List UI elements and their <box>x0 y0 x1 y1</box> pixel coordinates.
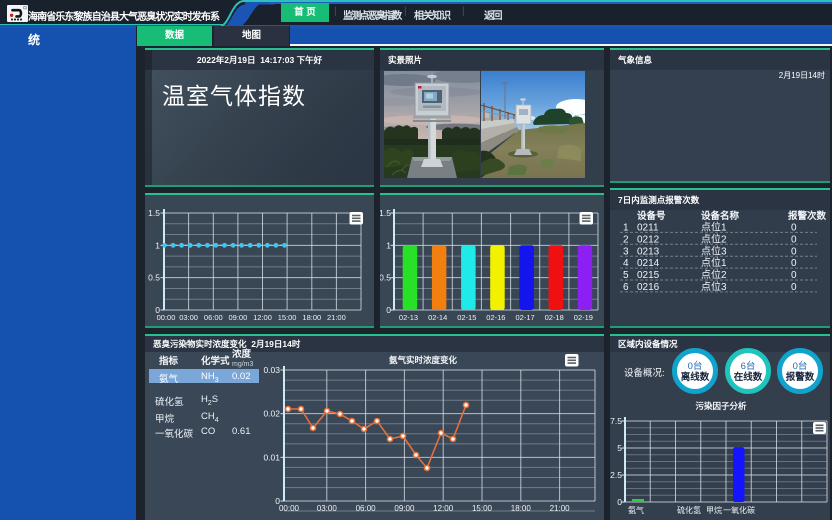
svg-text:06:00: 06:00 <box>204 313 223 322</box>
svg-text:0213: 0213 <box>637 246 660 257</box>
svg-text:6台: 6台 <box>741 360 756 372</box>
svg-text:5: 5 <box>623 270 629 281</box>
svg-text:在线数: 在线数 <box>734 371 763 383</box>
svg-text:点位1: 点位1 <box>701 221 727 234</box>
svg-text:18:00: 18:00 <box>511 504 532 513</box>
svg-text:4: 4 <box>623 258 629 269</box>
svg-text:点位2: 点位2 <box>701 268 727 281</box>
svg-text:3: 3 <box>623 246 629 257</box>
svg-text:0: 0 <box>791 246 797 257</box>
svg-text:02-19: 02-19 <box>574 313 593 322</box>
svg-text:1.5: 1.5 <box>148 208 160 218</box>
svg-text:硫化氢: 硫化氢 <box>677 505 701 515</box>
svg-text:00:00: 00:00 <box>157 313 176 322</box>
svg-text:18:00: 18:00 <box>302 313 321 322</box>
svg-text:02-14: 02-14 <box>428 313 447 322</box>
svg-text:0台: 0台 <box>688 360 703 372</box>
svg-text:0212: 0212 <box>637 234 660 245</box>
svg-text:0.5: 0.5 <box>148 273 160 283</box>
svg-text:15:00: 15:00 <box>472 504 493 513</box>
svg-text:氨气实时浓度变化: 氨气实时浓度变化 <box>389 355 458 365</box>
svg-text:1: 1 <box>623 223 629 234</box>
svg-text:0214: 0214 <box>637 258 660 269</box>
svg-text:0: 0 <box>386 305 391 315</box>
svg-text:02-13: 02-13 <box>399 313 418 322</box>
svg-text:21:00: 21:00 <box>327 313 346 322</box>
svg-text:0: 0 <box>791 270 797 281</box>
svg-text:0211: 0211 <box>637 223 659 234</box>
svg-text:点位3: 点位3 <box>701 280 727 293</box>
svg-text:09:00: 09:00 <box>394 504 415 513</box>
svg-text:点位1: 点位1 <box>701 256 727 269</box>
svg-text:06:00: 06:00 <box>356 504 377 513</box>
svg-text:1: 1 <box>155 240 160 250</box>
svg-text:02-18: 02-18 <box>545 313 564 322</box>
svg-text:氨气: 氨气 <box>628 505 644 515</box>
svg-text:一氧化碳: 一氧化碳 <box>723 505 755 515</box>
svg-text:03:00: 03:00 <box>179 313 198 322</box>
svg-text:0台: 0台 <box>793 360 808 372</box>
svg-text:02-17: 02-17 <box>516 313 535 322</box>
svg-text:1.5: 1.5 <box>380 208 391 218</box>
svg-text:0.02: 0.02 <box>263 409 280 419</box>
svg-text:0: 0 <box>791 258 797 269</box>
svg-text:03:00: 03:00 <box>317 504 338 513</box>
svg-text:报警数: 报警数 <box>786 371 815 383</box>
svg-text:12:00: 12:00 <box>433 504 454 513</box>
svg-text:甲烷: 甲烷 <box>706 505 722 515</box>
svg-text:2.5: 2.5 <box>610 470 622 480</box>
svg-text:点位2: 点位2 <box>701 232 727 245</box>
svg-text:设备号: 设备号 <box>637 210 666 222</box>
svg-text:0: 0 <box>791 282 797 293</box>
svg-text:0.5: 0.5 <box>380 273 391 283</box>
svg-text:09:00: 09:00 <box>229 313 248 322</box>
svg-text:0215: 0215 <box>637 270 660 281</box>
svg-text:21:00: 21:00 <box>550 504 571 513</box>
svg-text:6: 6 <box>623 282 629 293</box>
svg-text:0: 0 <box>617 497 622 507</box>
svg-text:12:00: 12:00 <box>253 313 272 322</box>
svg-text:0.01: 0.01 <box>263 452 280 462</box>
svg-text:离线数: 离线数 <box>681 371 710 383</box>
svg-text:点位3: 点位3 <box>701 244 727 257</box>
svg-text:0: 0 <box>791 223 797 234</box>
svg-text:02-16: 02-16 <box>486 313 505 322</box>
svg-text:设备概况:: 设备概况: <box>624 367 665 379</box>
svg-text:0216: 0216 <box>637 282 660 293</box>
svg-text:15:00: 15:00 <box>278 313 297 322</box>
svg-text:5: 5 <box>617 443 622 453</box>
svg-text:2: 2 <box>623 234 629 245</box>
svg-text:0: 0 <box>791 234 797 245</box>
svg-text:设备名称: 设备名称 <box>701 210 740 222</box>
svg-text:1: 1 <box>386 240 391 250</box>
svg-text:02-15: 02-15 <box>457 313 476 322</box>
svg-text:7.5: 7.5 <box>610 416 622 426</box>
svg-text:0.03: 0.03 <box>263 365 280 375</box>
svg-text:报警次数: 报警次数 <box>788 210 827 222</box>
svg-text:污染因子分析: 污染因子分析 <box>695 401 747 411</box>
svg-text:00:00: 00:00 <box>279 504 300 513</box>
